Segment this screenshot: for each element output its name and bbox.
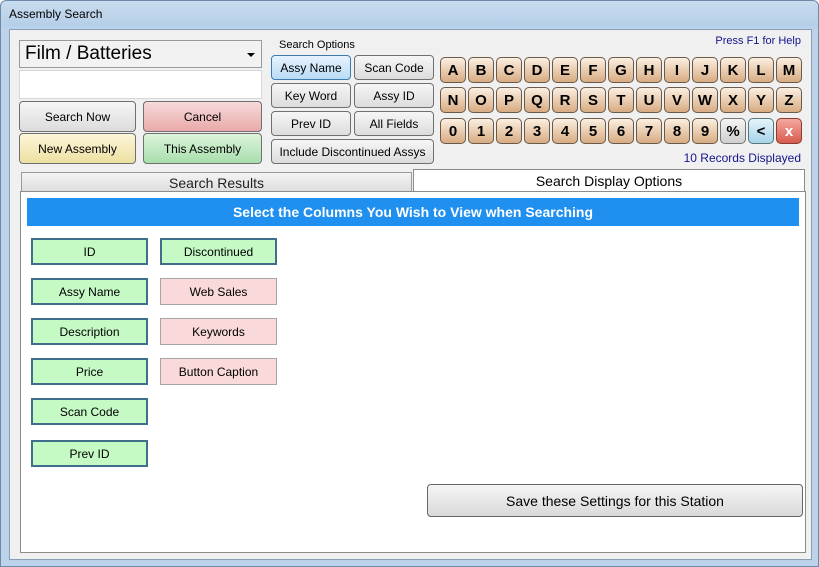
percent-key[interactable]: %	[720, 118, 746, 144]
key-n[interactable]: N	[440, 87, 466, 113]
key-h[interactable]: H	[636, 57, 662, 83]
key-s[interactable]: S	[580, 87, 606, 113]
new-assembly-button[interactable]: New Assembly	[19, 133, 136, 164]
column-toggle-button-caption[interactable]: Button Caption	[160, 358, 277, 385]
column-toggle-scan-code[interactable]: Scan Code	[31, 398, 148, 425]
key-e[interactable]: E	[552, 57, 578, 83]
key-p[interactable]: P	[496, 87, 522, 113]
key-6[interactable]: 6	[608, 118, 634, 144]
title-bar: Assembly Search	[1, 1, 818, 27]
assy-name-option[interactable]: Assy Name	[271, 55, 351, 80]
key-c[interactable]: C	[496, 57, 522, 83]
client-area: Film / Batteries Search Now Cancel New A…	[9, 29, 812, 560]
column-toggle-prev-id[interactable]: Prev ID	[31, 440, 148, 467]
clear-key[interactable]: x	[776, 118, 802, 144]
tab-search-display-options[interactable]: Search Display Options	[413, 169, 805, 191]
panel-banner: Select the Columns You Wish to View when…	[27, 198, 799, 226]
search-options-label: Search Options	[279, 39, 355, 51]
key-r[interactable]: R	[552, 87, 578, 113]
category-value: Film / Batteries	[25, 43, 152, 64]
tab-search-results[interactable]: Search Results	[21, 172, 412, 192]
column-toggle-web-sales[interactable]: Web Sales	[160, 278, 277, 305]
column-toggle-keywords[interactable]: Keywords	[160, 318, 277, 345]
backspace-key[interactable]: <	[748, 118, 774, 144]
key-g[interactable]: G	[608, 57, 634, 83]
column-toggle-id[interactable]: ID	[31, 238, 148, 265]
key-t[interactable]: T	[608, 87, 634, 113]
column-toggle-price[interactable]: Price	[31, 358, 148, 385]
key-word-option[interactable]: Key Word	[271, 83, 351, 108]
search-input[interactable]	[19, 70, 262, 99]
records-count: 10 Records Displayed	[683, 151, 801, 165]
key-z[interactable]: Z	[776, 87, 802, 113]
key-5[interactable]: 5	[580, 118, 606, 144]
column-toggle-discontinued[interactable]: Discontinued	[160, 238, 277, 265]
help-hint: Press F1 for Help	[715, 35, 801, 47]
chevron-down-icon	[247, 53, 255, 57]
column-toggle-description[interactable]: Description	[31, 318, 148, 345]
key-a[interactable]: A	[440, 57, 466, 83]
key-u[interactable]: U	[636, 87, 662, 113]
key-2[interactable]: 2	[496, 118, 522, 144]
category-dropdown[interactable]: Film / Batteries	[19, 40, 262, 68]
key-f[interactable]: F	[580, 57, 606, 83]
key-8[interactable]: 8	[664, 118, 690, 144]
cancel-button[interactable]: Cancel	[143, 101, 262, 132]
key-o[interactable]: O	[468, 87, 494, 113]
key-0[interactable]: 0	[440, 118, 466, 144]
key-9[interactable]: 9	[692, 118, 718, 144]
window-title: Assembly Search	[9, 7, 103, 21]
key-v[interactable]: V	[664, 87, 690, 113]
key-m[interactable]: M	[776, 57, 802, 83]
key-d[interactable]: D	[524, 57, 550, 83]
display-options-panel: Select the Columns You Wish to View when…	[20, 191, 806, 553]
key-4[interactable]: 4	[552, 118, 578, 144]
key-j[interactable]: J	[692, 57, 718, 83]
key-i[interactable]: I	[664, 57, 690, 83]
key-q[interactable]: Q	[524, 87, 550, 113]
scan-code-option[interactable]: Scan Code	[354, 55, 434, 80]
key-b[interactable]: B	[468, 57, 494, 83]
prev-id-option[interactable]: Prev ID	[271, 111, 351, 136]
key-l[interactable]: L	[748, 57, 774, 83]
key-7[interactable]: 7	[636, 118, 662, 144]
this-assembly-button[interactable]: This Assembly	[143, 133, 262, 164]
key-k[interactable]: K	[720, 57, 746, 83]
all-fields-option[interactable]: All Fields	[354, 111, 434, 136]
key-w[interactable]: W	[692, 87, 718, 113]
key-3[interactable]: 3	[524, 118, 550, 144]
column-toggle-assy-name[interactable]: Assy Name	[31, 278, 148, 305]
assembly-search-window: Assembly Search Film / Batteries Search …	[0, 0, 819, 567]
include-discontinued-option[interactable]: Include Discontinued Assys	[271, 139, 434, 164]
key-1[interactable]: 1	[468, 118, 494, 144]
key-y[interactable]: Y	[748, 87, 774, 113]
save-settings-button[interactable]: Save these Settings for this Station	[427, 484, 803, 517]
search-now-button[interactable]: Search Now	[19, 101, 136, 132]
assy-id-option[interactable]: Assy ID	[354, 83, 434, 108]
key-x[interactable]: X	[720, 87, 746, 113]
